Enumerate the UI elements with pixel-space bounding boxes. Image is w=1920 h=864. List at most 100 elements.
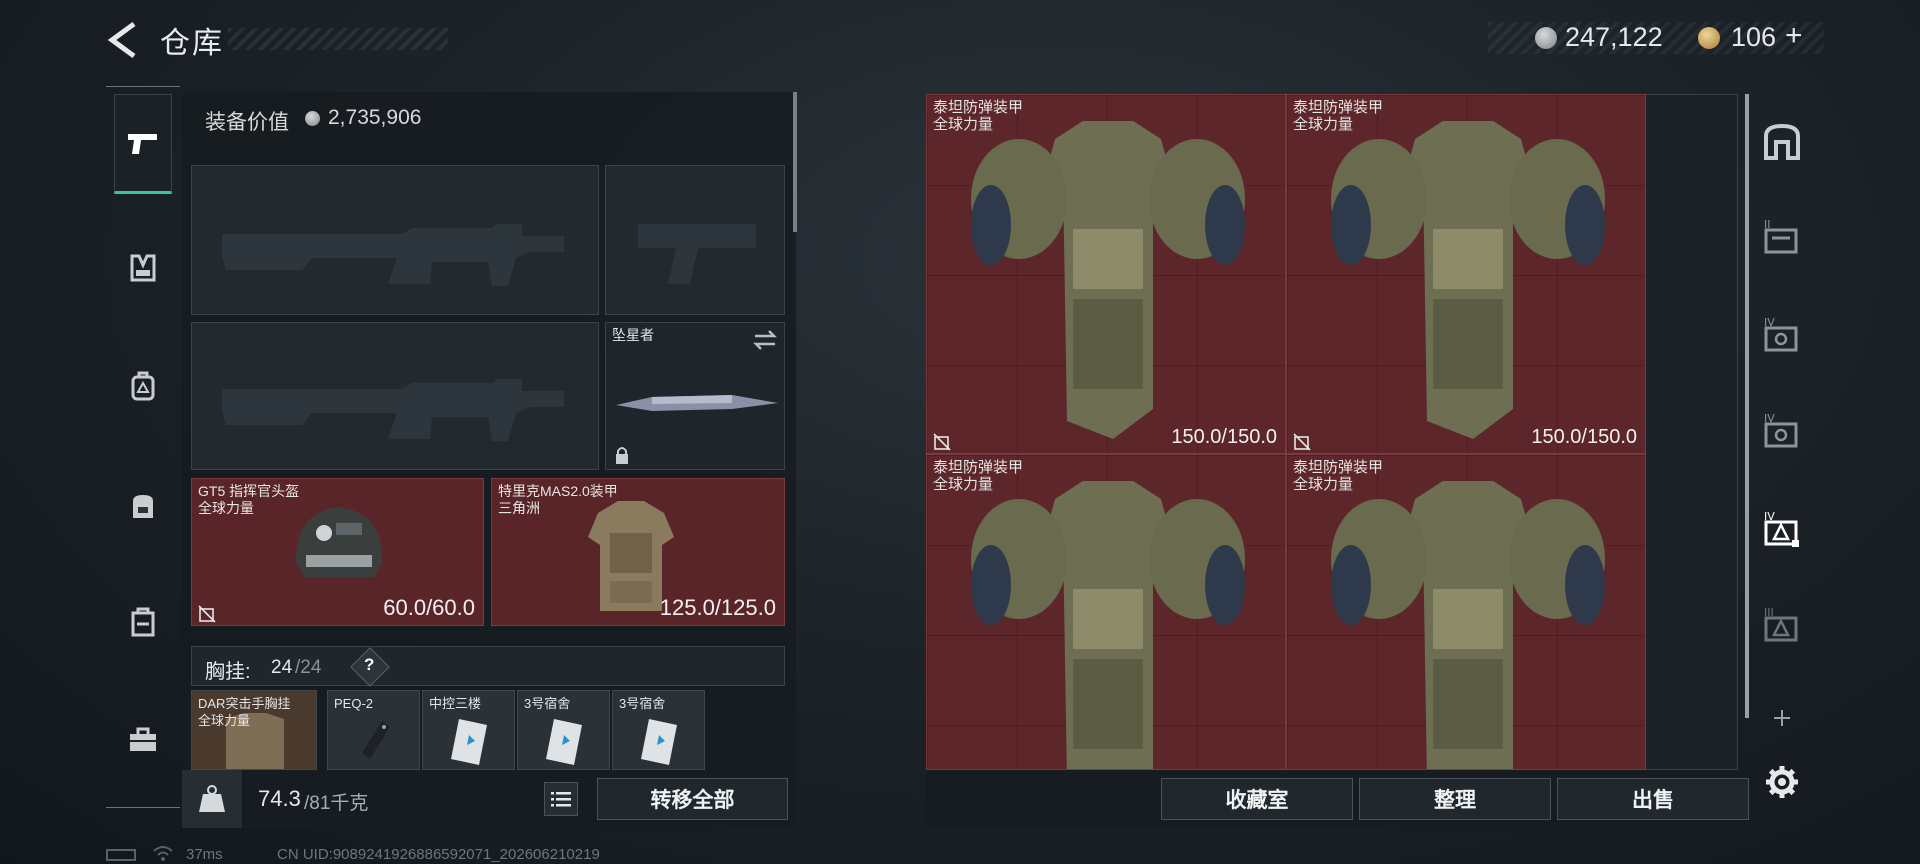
title-decoration bbox=[228, 28, 448, 50]
silver-amount: 247,122 bbox=[1565, 22, 1663, 52]
weight-current: 74.3 bbox=[258, 786, 301, 811]
stash-tab-3-icon: III bbox=[1764, 606, 1798, 642]
collection-room-button[interactable]: 收藏室 bbox=[1161, 778, 1353, 820]
stash-tab-4-selected[interactable]: IV bbox=[1758, 504, 1806, 552]
chest-rig-label: 胸挂: bbox=[205, 661, 251, 683]
vest-icon bbox=[130, 254, 156, 282]
pistol-silhouette-icon bbox=[638, 224, 756, 284]
body-armor-slot[interactable]: 特里克MAS2.0装甲 三角洲 125.0/125.0 bbox=[491, 478, 785, 626]
nav-tab-case[interactable] bbox=[114, 572, 172, 672]
silver-coin-icon bbox=[305, 111, 320, 126]
toolbox-icon bbox=[130, 727, 156, 751]
weight-icon-box bbox=[182, 770, 242, 828]
stash-tab-4-selected-icon: IV bbox=[1764, 510, 1799, 547]
stash-scrollbar[interactable] bbox=[1745, 94, 1749, 718]
stash-tab-3[interactable]: III bbox=[1758, 600, 1806, 648]
backpack-alt-icon bbox=[133, 495, 153, 518]
nav-tab-vest[interactable] bbox=[114, 218, 172, 318]
lock-icon bbox=[616, 447, 628, 464]
home-icon bbox=[1764, 123, 1800, 160]
backpack-icon bbox=[131, 371, 155, 401]
keycard-icon bbox=[451, 719, 487, 765]
case-icon bbox=[131, 607, 155, 637]
no-insure-icon bbox=[1293, 433, 1311, 451]
stash-tab-2-icon: II bbox=[1764, 218, 1798, 254]
item-name: 中控三楼 bbox=[429, 696, 482, 711]
item-durability: 150.0/150.0 bbox=[1171, 426, 1277, 448]
add-icon bbox=[1774, 710, 1790, 726]
inventory-item[interactable]: 3号宿舍 bbox=[612, 690, 705, 770]
helmet-slot[interactable]: GT5 指挥官头盔 全球力量 60.0/60.0 bbox=[191, 478, 484, 626]
stash-item[interactable]: 泰坦防弹装甲 全球力量 150.0/150.0 bbox=[926, 94, 1286, 454]
stash-home-tab[interactable] bbox=[1758, 118, 1806, 166]
sell-button[interactable]: 出售 bbox=[1557, 778, 1749, 820]
stash-tab-4b-icon: IV bbox=[1764, 412, 1798, 448]
primary-weapon-slot[interactable] bbox=[191, 165, 599, 315]
list-view-button[interactable] bbox=[544, 782, 578, 816]
weight-icon bbox=[199, 785, 225, 812]
stash-tab-4b[interactable]: IV bbox=[1758, 406, 1806, 454]
secondary-weapon-slot[interactable] bbox=[191, 322, 599, 470]
settings-icon bbox=[1766, 766, 1798, 798]
no-insure-icon bbox=[198, 605, 216, 623]
back-arrow-icon[interactable] bbox=[104, 20, 140, 60]
melee-slot[interactable]: 坠星者 bbox=[605, 322, 785, 470]
titan-armor-icon bbox=[1331, 121, 1605, 439]
titan-armor-icon bbox=[1331, 481, 1605, 769]
no-insure-icon bbox=[933, 433, 951, 451]
uid-readout: CN UID:9089241926886592071_202606210219 bbox=[277, 846, 600, 863]
gold-coin-icon bbox=[1698, 27, 1720, 49]
stash-tab-4a[interactable]: IV bbox=[1758, 310, 1806, 358]
nav-tab-weapons[interactable] bbox=[114, 94, 172, 194]
organize-button[interactable]: 整理 bbox=[1359, 778, 1551, 820]
loadout-scrollbar[interactable] bbox=[793, 92, 797, 232]
weight-max: /81千克 bbox=[304, 793, 369, 814]
knife-icon bbox=[616, 395, 778, 411]
inventory-item[interactable]: PEQ-2 bbox=[327, 690, 420, 770]
titan-armor-icon bbox=[971, 121, 1245, 439]
titan-armor-icon bbox=[971, 481, 1245, 769]
stash-item[interactable]: 泰坦防弹装甲 全球力量 bbox=[1286, 454, 1646, 770]
stash-tab-4a-icon: IV bbox=[1764, 316, 1798, 352]
helmet-durability: 60.0/60.0 bbox=[383, 595, 475, 620]
chest-rig-item[interactable]: DAR突击手胸挂 全球力量 bbox=[191, 690, 317, 770]
chest-rig-used: 24 bbox=[271, 657, 293, 678]
item-name: PEQ-2 bbox=[334, 696, 374, 711]
helmet-icon bbox=[295, 507, 383, 577]
stash-tab-2[interactable]: II bbox=[1758, 212, 1806, 260]
item-faction: 全球力量 bbox=[198, 713, 251, 728]
transfer-all-button[interactable]: 转移全部 bbox=[597, 778, 788, 820]
equipment-value: 2,735,906 bbox=[328, 106, 422, 129]
armor-durability: 125.0/125.0 bbox=[659, 595, 776, 620]
list-icon bbox=[551, 792, 571, 807]
stash-item[interactable]: 泰坦防弹装甲 全球力量 bbox=[926, 454, 1286, 770]
nav-tab-backpack-alt[interactable] bbox=[114, 456, 172, 556]
item-durability: 150.0/150.0 bbox=[1531, 426, 1637, 448]
add-stash-tab-button[interactable] bbox=[1758, 694, 1806, 742]
equipment-value-label: 装备价值 bbox=[205, 111, 289, 134]
silver-coin-icon bbox=[1535, 27, 1557, 49]
page-title: 仓库 bbox=[160, 27, 224, 60]
inventory-item[interactable]: 3号宿舍 bbox=[517, 690, 610, 770]
melee-name: 坠星者 bbox=[612, 327, 654, 343]
item-name: DAR突击手胸挂 bbox=[198, 696, 291, 711]
keycard-icon bbox=[641, 719, 677, 765]
item-name: 3号宿舍 bbox=[524, 696, 571, 711]
stash-item[interactable]: 泰坦防弹装甲 全球力量 150.0/150.0 bbox=[1286, 94, 1646, 454]
item-name: 3号宿舍 bbox=[619, 696, 666, 711]
keycard-icon bbox=[546, 719, 582, 765]
gold-amount: 106 bbox=[1731, 22, 1777, 52]
ping-readout: 37ms bbox=[186, 846, 223, 863]
pistol-icon bbox=[128, 134, 157, 154]
help-icon[interactable]: ? bbox=[364, 655, 374, 675]
battery-icon bbox=[106, 849, 136, 861]
sidearm-slot[interactable] bbox=[605, 165, 785, 315]
rifle-silhouette-icon bbox=[222, 224, 564, 286]
swap-icon[interactable] bbox=[752, 329, 778, 351]
inventory-item[interactable]: 中控三楼 bbox=[422, 690, 515, 770]
laser-module-icon bbox=[362, 721, 390, 759]
add-currency-button[interactable]: + bbox=[1785, 19, 1803, 53]
nav-tab-backpack[interactable] bbox=[114, 336, 172, 436]
nav-tab-toolbox[interactable] bbox=[114, 690, 172, 790]
settings-button[interactable] bbox=[1758, 758, 1806, 806]
